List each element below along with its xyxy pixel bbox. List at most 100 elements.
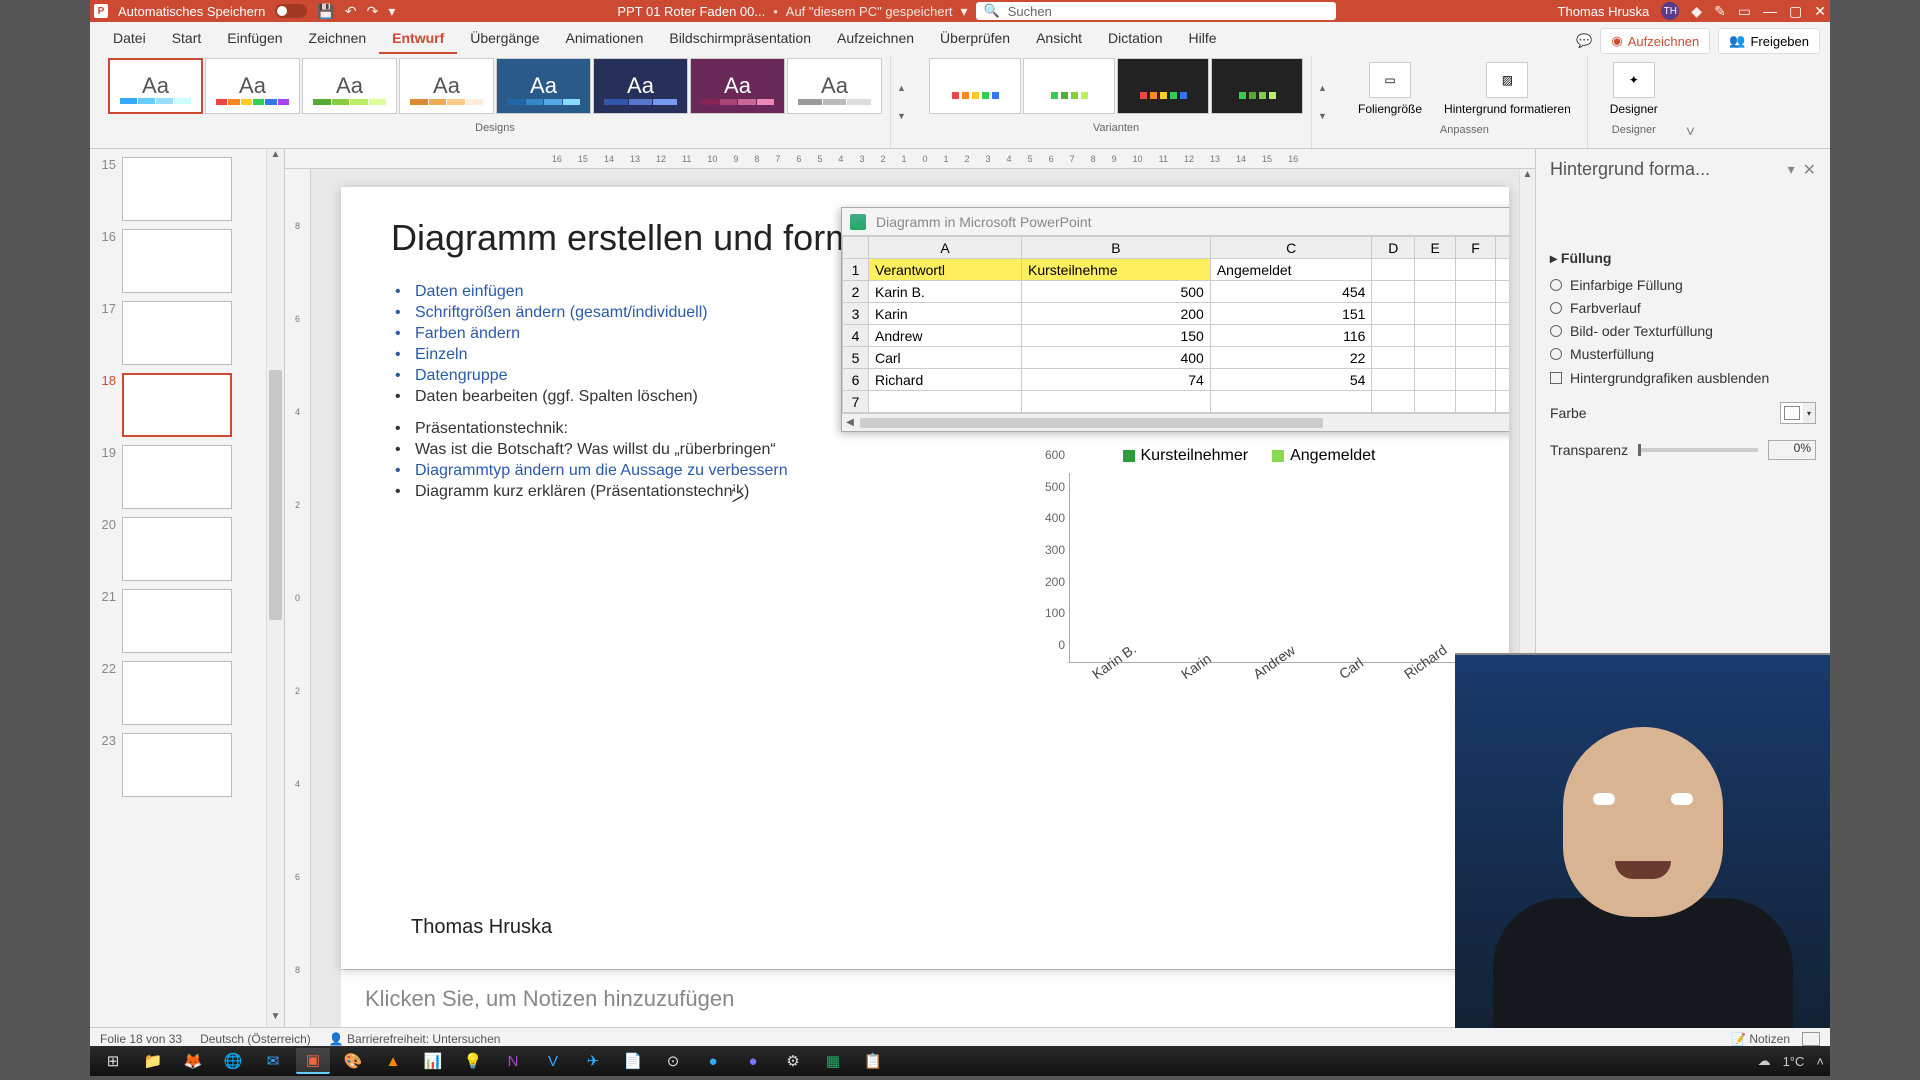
chevron-down-icon[interactable]: ▾	[961, 3, 968, 20]
design-theme-5[interactable]: Aa	[593, 58, 688, 114]
weather-icon[interactable]: ☁	[1758, 1053, 1771, 1069]
design-theme-3[interactable]: Aa	[399, 58, 494, 114]
tab-einfügen[interactable]: Einfügen	[214, 24, 295, 54]
dropdown-icon[interactable]: ▾	[388, 3, 395, 20]
chevron-down-icon[interactable]: ▾	[1788, 161, 1795, 178]
variant-2[interactable]	[1117, 58, 1209, 114]
thumb-slide-18[interactable]	[122, 373, 232, 437]
thumb-slide-16[interactable]	[122, 229, 232, 293]
close-icon[interactable]: ✕	[1803, 160, 1816, 180]
app-icon[interactable]: V	[536, 1048, 570, 1074]
tab-datei[interactable]: Datei	[100, 24, 159, 54]
telegram-icon[interactable]: ✈	[576, 1048, 610, 1074]
app-icon[interactable]: 📄	[616, 1048, 650, 1074]
pen-icon[interactable]: ✎	[1714, 3, 1726, 20]
bgformat-button[interactable]: ▨Hintergrund formatieren	[1436, 58, 1579, 116]
language[interactable]: Deutsch (Österreich)	[200, 1032, 311, 1046]
firefox-icon[interactable]: 🦊	[176, 1048, 210, 1074]
variant-3[interactable]	[1211, 58, 1303, 114]
vlc-icon[interactable]: ▲	[376, 1048, 410, 1074]
thumb-slide-19[interactable]	[122, 445, 232, 509]
tray-chevron-icon[interactable]: ˄	[1816, 1054, 1824, 1069]
thumb-slide-22[interactable]	[122, 661, 232, 725]
fill-option-1[interactable]: Farbverlauf	[1550, 300, 1816, 316]
app-icon[interactable]: 💡	[456, 1048, 490, 1074]
thumb-slide-21[interactable]	[122, 589, 232, 653]
fill-option-0[interactable]: Einfarbige Füllung	[1550, 277, 1816, 293]
design-theme-4[interactable]: Aa	[496, 58, 591, 114]
tab-start[interactable]: Start	[159, 24, 215, 54]
share-button[interactable]: 👥Freigeben	[1718, 28, 1820, 54]
app-icon[interactable]: ●	[696, 1048, 730, 1074]
diamond-icon[interactable]: ◆	[1691, 3, 1702, 20]
thumb-slide-17[interactable]	[122, 301, 232, 365]
chart[interactable]: KursteilnehmerAngemeldet 010020030040050…	[1029, 447, 1469, 747]
save-icon[interactable]: 💾	[317, 3, 334, 20]
record-button[interactable]: ◉Aufzeichnen	[1600, 28, 1710, 54]
start-button[interactable]: ⊞	[96, 1048, 130, 1074]
variant-0[interactable]	[929, 58, 1021, 114]
transparency-value[interactable]: 0%	[1768, 440, 1816, 460]
notes-toggle[interactable]: 📝 Notizen	[1731, 1032, 1790, 1046]
search-box[interactable]: 🔍 Suchen	[976, 2, 1336, 20]
fill-option-3[interactable]: Musterfüllung	[1550, 346, 1816, 362]
app-icon[interactable]: 📋	[856, 1048, 890, 1074]
thumb-slide-20[interactable]	[122, 517, 232, 581]
tab-überprüfen[interactable]: Überprüfen	[927, 24, 1023, 54]
design-theme-2[interactable]: Aa	[302, 58, 397, 114]
thumb-slide-15[interactable]	[122, 157, 232, 221]
app-icon[interactable]: ⊙	[656, 1048, 690, 1074]
minimize-button[interactable]: —	[1763, 3, 1777, 19]
tab-bildschirmpräsentation[interactable]: Bildschirmpräsentation	[656, 24, 824, 54]
comment-icon[interactable]: 💬	[1576, 33, 1592, 49]
maximize-button[interactable]: ▢	[1789, 3, 1802, 20]
chart-data-sheet[interactable]: Diagramm in Microsoft PowerPoint ✕ ABCDE…	[841, 207, 1509, 432]
tab-übergänge[interactable]: Übergänge	[457, 24, 552, 54]
settings-icon[interactable]: ⚙	[776, 1048, 810, 1074]
close-button[interactable]: ✕	[1814, 3, 1826, 20]
tab-dictation[interactable]: Dictation	[1095, 24, 1175, 54]
tab-zeichnen[interactable]: Zeichnen	[296, 24, 380, 54]
explorer-icon[interactable]: 📁	[136, 1048, 170, 1074]
temperature[interactable]: 1°C	[1783, 1054, 1805, 1069]
undo-icon[interactable]: ↶	[345, 3, 357, 20]
app-icon[interactable]: 🎨	[336, 1048, 370, 1074]
transparency-slider[interactable]	[1638, 448, 1758, 452]
tab-hilfe[interactable]: Hilfe	[1175, 24, 1229, 54]
normal-view-icon[interactable]	[1802, 1032, 1820, 1046]
notes-area[interactable]: Klicken Sie, um Notizen hinzuzufügen	[341, 969, 1509, 1027]
powerpoint-icon[interactable]: ▣	[296, 1048, 330, 1074]
fill-section[interactable]: ▸ Füllung	[1550, 250, 1816, 267]
collapse-ribbon-icon[interactable]: ˅	[1680, 118, 1701, 148]
sheet-hscroll[interactable]: ◀▶	[842, 413, 1509, 431]
hide-bg-checkbox[interactable]	[1550, 372, 1562, 384]
tab-ansicht[interactable]: Ansicht	[1023, 24, 1095, 54]
avatar[interactable]: TH	[1661, 2, 1679, 20]
thumb-slide-23[interactable]	[122, 733, 232, 797]
app-icon[interactable]: ●	[736, 1048, 770, 1074]
chrome-icon[interactable]: 🌐	[216, 1048, 250, 1074]
onenote-icon[interactable]: N	[496, 1048, 530, 1074]
user-name[interactable]: Thomas Hruska	[1558, 4, 1650, 19]
scroll-up-icon[interactable]: ▲	[897, 83, 915, 93]
thumbs-scrollbar[interactable]: ▲▼	[266, 149, 284, 1027]
design-theme-0[interactable]: Aa	[108, 58, 203, 114]
slide-canvas[interactable]: Diagramm erstellen und formati Daten ein…	[341, 187, 1509, 969]
designer-button[interactable]: ✦Designer	[1602, 58, 1666, 116]
design-theme-1[interactable]: Aa	[205, 58, 300, 114]
slide-counter[interactable]: Folie 18 von 33	[100, 1032, 182, 1046]
color-picker[interactable]: ▾	[1780, 402, 1816, 424]
excel-icon[interactable]: ▦	[816, 1048, 850, 1074]
window-icon[interactable]: ▭	[1738, 3, 1751, 20]
fill-option-2[interactable]: Bild- oder Texturfüllung	[1550, 323, 1816, 339]
variant-1[interactable]	[1023, 58, 1115, 114]
tab-entwurf[interactable]: Entwurf	[379, 24, 457, 54]
scroll-down-icon[interactable]: ▼	[897, 111, 915, 121]
outlook-icon[interactable]: ✉	[256, 1048, 290, 1074]
document-title[interactable]: PPT 01 Roter Faden 00...	[617, 4, 765, 19]
slidesize-button[interactable]: ▭Foliengröße	[1350, 58, 1430, 116]
tab-aufzeichnen[interactable]: Aufzeichnen	[824, 24, 927, 54]
autosave-toggle[interactable]	[275, 4, 307, 18]
design-theme-6[interactable]: Aa	[690, 58, 785, 114]
tab-animationen[interactable]: Animationen	[553, 24, 657, 54]
